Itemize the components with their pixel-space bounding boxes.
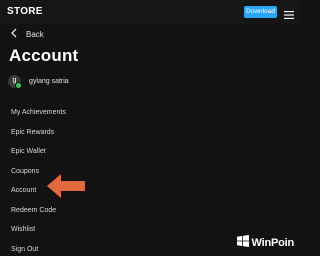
menu-item-epic-rewards[interactable]: Epic Rewards (0, 123, 300, 143)
menu-item-redeem-code[interactable]: Redeem Code (0, 201, 300, 221)
menu-item-coupons[interactable]: Coupons (0, 162, 300, 182)
back-label: Back (26, 29, 44, 39)
user-name: gylang satria (29, 78, 69, 85)
store-logo[interactable]: STORE (7, 6, 43, 17)
download-button[interactable]: Download (244, 6, 277, 18)
user-profile: g gylang satria (8, 75, 69, 89)
menu-item-epic-wallet[interactable]: Epic Wallet (0, 142, 300, 162)
menu-item-account[interactable]: Account (0, 181, 300, 201)
watermark-text: WinPoin (251, 237, 295, 249)
watermark: WinPoin (236, 234, 295, 252)
menu-item-my-achievements[interactable]: My Achievements (0, 103, 300, 123)
back-link[interactable]: Back (10, 28, 44, 40)
page-title: Account (9, 46, 79, 65)
store-account-page: STORE Download Back Account g gylang sat… (0, 0, 300, 256)
chevron-left-icon (10, 25, 18, 43)
online-status-dot (15, 82, 22, 89)
arrow-left-icon (47, 174, 85, 198)
avatar: g (8, 75, 22, 89)
top-bar: STORE Download (0, 0, 300, 24)
windows-logo-icon (236, 234, 249, 252)
hamburger-icon[interactable] (284, 7, 294, 19)
